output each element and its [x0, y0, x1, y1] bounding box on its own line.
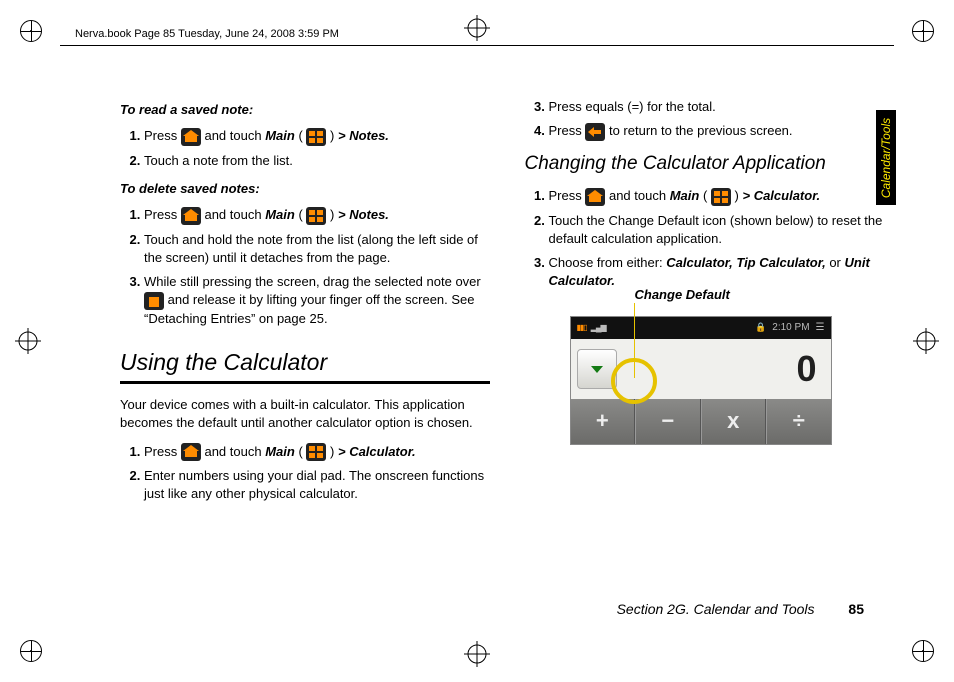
text: and touch [204, 207, 265, 222]
list-item: Press equals (=) for the total. [549, 98, 895, 116]
menu-icon: ☰ [816, 321, 825, 335]
registration-mark [20, 640, 42, 662]
plus-button[interactable]: + [571, 399, 636, 444]
text: Calculator. [349, 444, 415, 459]
clock: 2:10 PM [772, 321, 809, 335]
crop-mark [464, 641, 490, 667]
running-header: Nerva.book Page 85 Tuesday, June 24, 200… [75, 28, 339, 40]
list-item: While still pressing the screen, drag th… [144, 273, 490, 328]
text: Press [144, 444, 181, 459]
text: Press [549, 123, 586, 138]
text: and release it by lifting your finger of… [144, 292, 475, 326]
status-bar: 2:10 PM ☰ [571, 317, 831, 339]
text: Press [549, 188, 586, 203]
text: Main [670, 188, 700, 203]
text: ( [298, 128, 306, 143]
device-frame: 2:10 PM ☰ 0 + − x ÷ [570, 316, 832, 445]
header-rule [60, 45, 894, 47]
list-item: Press to return to the previous screen. [549, 122, 895, 141]
crop-mark [464, 15, 490, 41]
text: and touch [204, 128, 265, 143]
back-icon [585, 123, 605, 141]
subsection-heading: Changing the Calculator Application [525, 151, 895, 178]
registration-mark [20, 20, 42, 42]
registration-mark [912, 20, 934, 42]
text: ( [298, 444, 306, 459]
home-icon [181, 128, 201, 146]
text: Main [265, 444, 295, 459]
battery-icon [577, 321, 587, 335]
home-icon [181, 207, 201, 225]
section-heading: Using the Calculator [120, 346, 490, 378]
text: Calculator, Tip Calculator, [666, 255, 825, 270]
text: > [338, 128, 349, 143]
text: and touch [609, 188, 670, 203]
page-content: To read a saved note: Press and touch Ma… [120, 98, 894, 602]
main-grid-icon [306, 207, 326, 225]
section-rule [120, 381, 490, 384]
text: Calculator. [754, 188, 820, 203]
main-grid-icon [711, 188, 731, 206]
list-item: Press and touch Main ( ) > Notes. [144, 206, 490, 225]
registration-mark [912, 640, 934, 662]
text: and touch [204, 444, 265, 459]
text: Main [265, 207, 295, 222]
callout-highlight [611, 358, 657, 404]
delete-note-heading: To delete saved notes: [120, 180, 490, 198]
text: While still pressing the screen, drag th… [144, 274, 481, 289]
text: Notes. [349, 128, 389, 143]
text: > [338, 207, 349, 222]
text: ( [703, 188, 711, 203]
calculator-display: 0 [571, 339, 831, 399]
crop-mark [913, 328, 939, 354]
text: Press [144, 128, 181, 143]
operator-row: + − x ÷ [571, 399, 831, 444]
main-grid-icon [306, 443, 326, 461]
text: Choose from either: [549, 255, 667, 270]
delete-note-steps: Press and touch Main ( ) > Notes. Touch … [120, 206, 490, 328]
lock-icon [755, 321, 766, 335]
multiply-button[interactable]: x [701, 399, 767, 444]
minus-button[interactable]: − [635, 399, 701, 444]
read-note-heading: To read a saved note: [120, 101, 490, 119]
text: ( [298, 207, 306, 222]
text: to return to the previous screen. [609, 123, 793, 138]
text: or [829, 255, 844, 270]
page-footer: Section 2G. Calendar and Tools 85 [617, 601, 864, 617]
section-label: Section 2G. Calendar and Tools [617, 601, 815, 617]
list-item: Press and touch Main ( ) > Notes. [144, 127, 490, 146]
home-icon [181, 443, 201, 461]
read-note-steps: Press and touch Main ( ) > Notes. Touch … [120, 127, 490, 170]
list-item: Touch a note from the list. [144, 152, 490, 170]
text: ) [330, 128, 338, 143]
main-grid-icon [306, 128, 326, 146]
list-item: Touch the Change Default icon (shown bel… [549, 212, 895, 248]
device-screenshot: Change Default 2:10 PM ☰ [570, 316, 832, 445]
list-item: Touch and hold the note from the list (a… [144, 231, 490, 267]
text: ) [330, 207, 338, 222]
text: Press [144, 207, 181, 222]
callout-label: Change Default [635, 286, 730, 304]
text: > [742, 188, 753, 203]
calculator-steps: Press and touch Main ( ) > Calculator. E… [120, 443, 490, 504]
page-number: 85 [848, 601, 864, 617]
right-column: Press equals (=) for the total. Press to… [525, 98, 895, 602]
text: > [338, 444, 349, 459]
text: ) [330, 444, 338, 459]
list-item: Press and touch Main ( ) > Calculator. [549, 187, 895, 206]
text: Main [265, 128, 295, 143]
text: Notes. [349, 207, 389, 222]
list-item: Press and touch Main ( ) > Calculator. [144, 443, 490, 462]
change-calc-steps: Press and touch Main ( ) > Calculator. T… [525, 187, 895, 290]
crop-mark [15, 328, 41, 354]
home-icon [585, 188, 605, 206]
divide-button[interactable]: ÷ [766, 399, 831, 444]
intro-paragraph: Your device comes with a built-in calcul… [120, 396, 490, 432]
trash-icon [144, 292, 164, 310]
signal-icon [591, 321, 606, 335]
list-item: Enter numbers using your dial pad. The o… [144, 467, 490, 503]
left-column: To read a saved note: Press and touch Ma… [120, 98, 490, 602]
calculator-steps-cont: Press equals (=) for the total. Press to… [525, 98, 895, 141]
